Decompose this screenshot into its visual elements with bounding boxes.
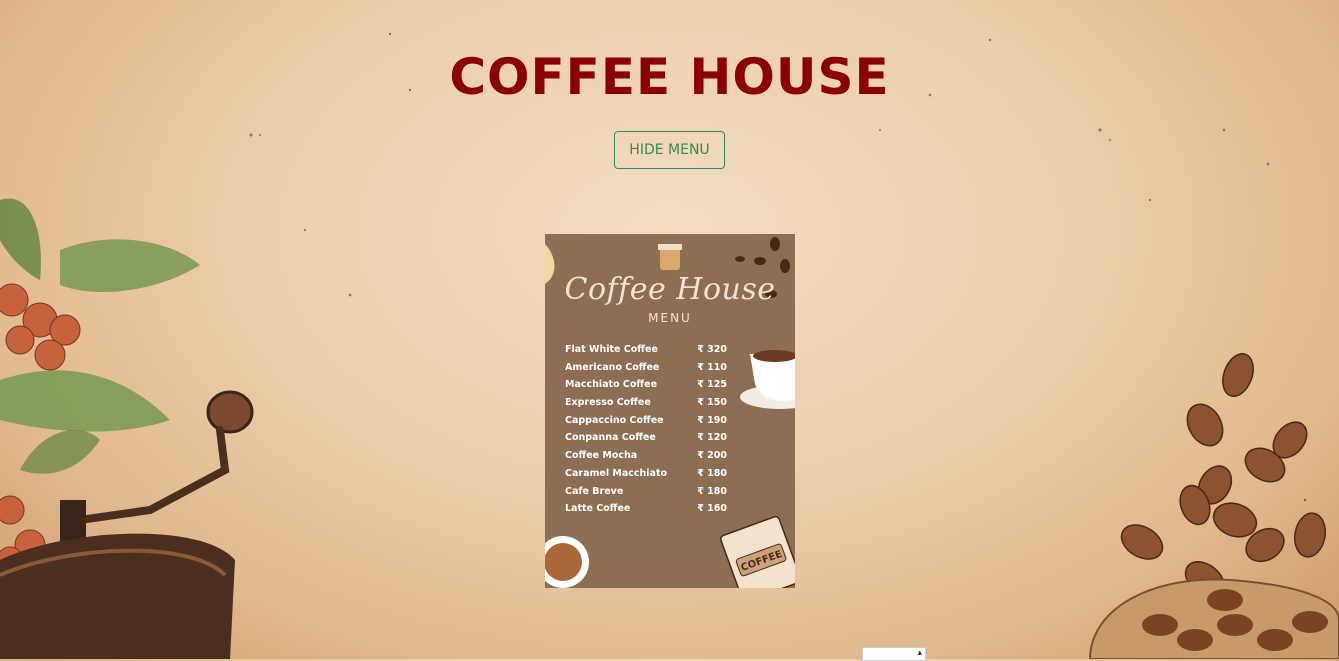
menu-item-price: ₹ 160 <box>697 503 727 515</box>
menu-item: Expresso Coffee ₹ 150 <box>565 397 727 415</box>
menu-item-name: Flat White Coffee <box>565 344 658 355</box>
menu-item-price: ₹ 320 <box>697 344 727 355</box>
menu-item-price: ₹ 180 <box>697 485 727 497</box>
coffee-plant-illustration <box>0 198 200 574</box>
menu-item-price: ₹ 150 <box>697 397 727 409</box>
menu-item: Cappaccino Coffee ₹ 190 <box>565 415 727 433</box>
menu-item-name: Americano Coffee <box>565 361 660 373</box>
menu-item-name: Expresso Coffee <box>565 397 651 409</box>
coffee-cup-icon <box>545 536 589 588</box>
coffee-cup-icon <box>658 244 682 270</box>
menu-item-name: Coffee Mocha <box>565 450 638 462</box>
menu-card-title: Coffee House <box>564 272 776 307</box>
menu-item-name: Macchiato Coffee <box>565 379 658 391</box>
menu-item: Coffee Mocha ₹ 200 <box>565 450 727 468</box>
menu-item-price: ₹ 190 <box>697 414 727 426</box>
menu-item-price: ₹ 180 <box>697 467 727 479</box>
menu-item-price: ₹ 110 <box>697 361 727 373</box>
menu-item-name: Cappaccino Coffee <box>565 414 664 426</box>
menu-item: Caramel Macchiato ₹ 180 <box>565 468 727 486</box>
coffee-sack-illustration <box>1088 578 1339 659</box>
menu-card-subtitle: MENU <box>648 311 692 325</box>
menu-item-name: Caramel Macchiato <box>565 467 668 479</box>
stepper-arrow-icon[interactable]: ▴ <box>917 648 922 658</box>
coffee-bag-icon: COFFEE <box>720 515 795 588</box>
coffee-beans-illustration <box>1120 353 1327 599</box>
menu-item: Latte Coffee ₹ 160 <box>565 503 727 521</box>
menu-item-name: Cafe Breve <box>565 485 624 497</box>
menu-item-name: Latte Coffee <box>565 503 631 515</box>
coffee-grinder-illustration <box>0 390 254 659</box>
menu-item: Macchiato Coffee ₹ 125 <box>565 379 727 397</box>
menu-item-price: ₹ 125 <box>697 379 727 391</box>
menu-item: Cafe Breve ₹ 180 <box>565 486 727 504</box>
menu-item-price: ₹ 120 <box>697 432 727 444</box>
coffee-cup-icon <box>740 350 795 409</box>
menu-item-price: ₹ 200 <box>697 450 727 462</box>
menu-item: Flat White Coffee ₹ 320 <box>565 344 727 362</box>
menu-image: COFFEE Coffee House MENU Flat White Coff… <box>545 234 795 588</box>
menu-item: Conpanna Coffee ₹ 120 <box>565 432 727 450</box>
menu-list: Flat White Coffee ₹ 320 Americano Coffee ₹… <box>565 344 727 521</box>
hide-menu-button[interactable]: HIDE MENU <box>614 131 725 169</box>
menu-item: Americano Coffee ₹ 110 <box>565 362 727 380</box>
page-title: COFFEE HOUSE <box>449 48 890 106</box>
menu-item-name: Conpanna Coffee <box>565 432 656 444</box>
